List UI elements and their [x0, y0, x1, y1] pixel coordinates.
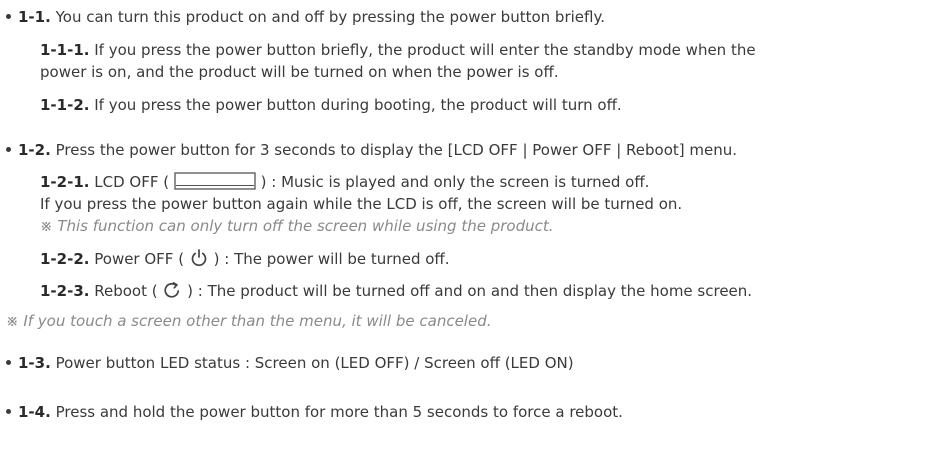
item-1-2: 1-2. Press the power button for 3 second… [6, 140, 737, 160]
power-icon [189, 249, 209, 272]
item-text: You can turn this product on and off by … [55, 8, 605, 26]
item-number: 1-3. [18, 354, 51, 372]
section-note: ※ If you touch a screen other than the m… [6, 312, 492, 330]
sub-item-1-2-1: 1-2-1. LCD OFF ( ) : Music is played and… [40, 172, 649, 195]
sub-item-pre: Power OFF ( [94, 250, 185, 268]
item-text: Press the power button for 3 seconds to … [55, 141, 738, 159]
item-number: 1-4. [18, 403, 51, 421]
bullet-dot [6, 360, 11, 365]
reboot-icon [162, 281, 182, 304]
sub-item-text: If you press the power button briefly, t… [94, 41, 756, 59]
bullet-dot [6, 147, 11, 152]
sub-item-post: ) : The product will be turned off and o… [187, 282, 753, 300]
item-1-1: 1-1. You can turn this product on and of… [6, 7, 605, 27]
sub-item-number: 1-2-1. [40, 173, 90, 191]
sub-item-1-2-2: 1-2-2. Power OFF ( ) : The power will be… [40, 249, 450, 272]
item-text: Press and hold the power button for more… [55, 403, 623, 421]
sub-item-1-1-2: 1-1-2. If you press the power button dur… [40, 95, 622, 115]
sub-item-post: ) : Music is played and only the screen … [260, 173, 650, 191]
sub-item-number: 1-2-3. [40, 282, 90, 300]
sub-item-1-1-1-continuation: power is on, and the product will be tur… [40, 63, 559, 81]
sub-item-1-1-1: 1-1-1. If you press the power button bri… [40, 40, 756, 60]
sub-item-number: 1-2-2. [40, 250, 90, 268]
item-1-4: 1-4. Press and hold the power button for… [6, 402, 623, 422]
sub-item-1-2-1-note: ※ This function can only turn off the sc… [40, 217, 554, 235]
item-1-3: 1-3. Power button LED status : Screen on… [6, 353, 574, 373]
bullet-dot [6, 14, 11, 19]
sub-item-pre: LCD OFF ( [94, 173, 170, 191]
item-text: Power button LED status : Screen on (LED… [55, 354, 574, 372]
sub-item-number: 1-1-2. [40, 96, 90, 114]
sub-item-text: If you press the power button during boo… [94, 96, 622, 114]
sub-item-post: ) : The power will be turned off. [213, 250, 450, 268]
item-number: 1-1. [18, 8, 51, 26]
sub-item-1-2-3: 1-2-3. Reboot ( ) : The product will be … [40, 281, 752, 304]
bullet-dot [6, 409, 11, 414]
lcd-off-icon [174, 172, 256, 195]
sub-item-pre: Reboot ( [94, 282, 158, 300]
sub-item-1-2-1-continuation: If you press the power button again whil… [40, 195, 683, 213]
sub-item-number: 1-1-1. [40, 41, 90, 59]
item-number: 1-2. [18, 141, 51, 159]
